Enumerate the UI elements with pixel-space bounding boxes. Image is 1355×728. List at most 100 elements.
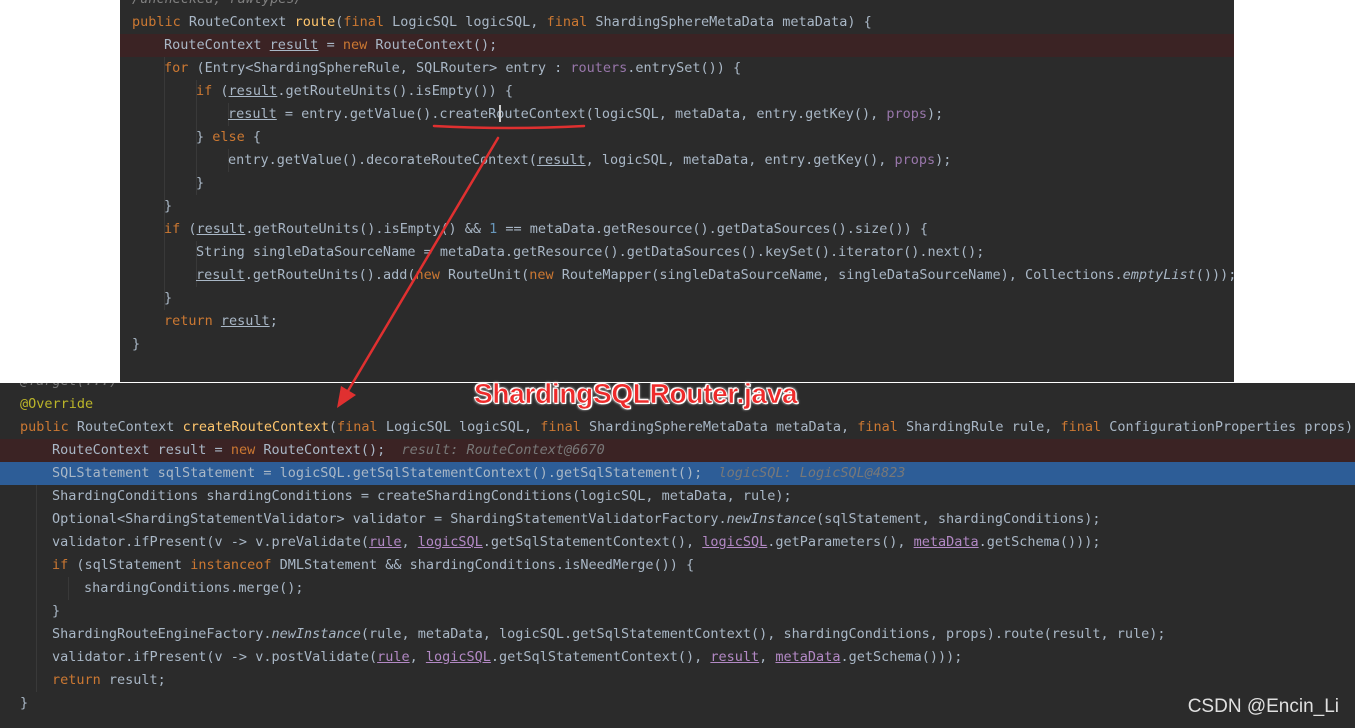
code-line[interactable]: public RouteContext createRouteContext(f… (0, 416, 1355, 439)
code-token: ())); (1195, 267, 1234, 283)
code-token: result; (108, 672, 166, 688)
code-line[interactable]: result.getRouteUnits().add(new RouteUnit… (120, 264, 1234, 287)
code-token: RouteContext result = (52, 442, 231, 458)
code-line-text: return result; (164, 310, 278, 333)
code-token: if (164, 221, 189, 237)
code-line[interactable]: return result; (0, 669, 1355, 692)
code-token: , (401, 534, 418, 550)
code-token: final (546, 14, 596, 30)
code-line[interactable]: } (120, 333, 1234, 356)
code-token: == metaData.getResource().getDataSources… (497, 221, 929, 237)
code-token: new (415, 267, 448, 283)
code-token: Optional<ShardingStatementValidator> val… (52, 511, 727, 527)
code-line[interactable]: result = entry.getValue().createRouteCon… (120, 103, 1234, 126)
code-token: .getParameters(), (767, 534, 914, 550)
code-token: ShardingRule rule, (906, 419, 1061, 435)
code-line[interactable]: for (Entry<ShardingSphereRule, SQLRouter… (120, 57, 1234, 80)
code-line[interactable]: } else { (120, 126, 1234, 149)
code-token: LogicSQL logicSQL, (392, 14, 547, 30)
code-token: final (337, 419, 386, 435)
code-token: metaData (913, 534, 979, 550)
code-line-text: String singleDataSourceName = metaData.g… (196, 241, 984, 264)
code-token: if (52, 557, 77, 573)
code-token: props (894, 152, 936, 168)
code-token: logicSQL: LogicSQL@4823 (718, 465, 906, 481)
code-line[interactable]: public RouteContext route(final LogicSQL… (120, 11, 1234, 34)
code-line[interactable]: RouteContext result = new RouteContext()… (0, 439, 1355, 462)
code-token: props (886, 106, 928, 122)
code-token: @Override (20, 396, 94, 412)
code-token: entry.getValue().decorateRouteContext( (228, 152, 537, 168)
code-token: result (196, 221, 246, 237)
code-line-text: SQLStatement sqlStatement = logicSQL.get… (52, 462, 905, 485)
code-line[interactable]: RouteContext result = new RouteContext()… (120, 34, 1234, 57)
code-token: RouteUnit( (447, 267, 530, 283)
code-token: , (409, 649, 426, 665)
code-line[interactable]: ShardingConditions shardingConditions = … (0, 485, 1355, 508)
code-token: for (164, 60, 197, 76)
code-line[interactable]: } (0, 692, 1355, 715)
code-line[interactable]: } (120, 195, 1234, 218)
code-token: , (759, 649, 776, 665)
code-token: routers (570, 60, 628, 76)
code-token: newInstance (271, 626, 361, 642)
code-line[interactable]: Optional<ShardingStatementValidator> val… (0, 508, 1355, 531)
code-token: RouteContext(); (375, 37, 498, 53)
top-code-editor[interactable]: /unchecked, rawtypes/public RouteContext… (120, 0, 1234, 382)
code-line-text: shardingConditions.merge(); (84, 577, 303, 600)
code-line-text: return result; (52, 669, 166, 692)
code-token: return (52, 672, 109, 688)
code-token: validator.ifPresent(v -> v.postValidate( (52, 649, 378, 665)
code-token: } (196, 175, 205, 191)
code-line[interactable]: entry.getValue().decorateRouteContext(re… (120, 149, 1234, 172)
code-token: ConfigurationProperties props) { (1109, 419, 1355, 435)
code-token: ShardingSphereMetaData metaData, (589, 419, 858, 435)
code-token: emptyList (1122, 267, 1196, 283)
code-token: RouteContext (76, 419, 183, 435)
code-line-text: } (164, 195, 172, 218)
code-token: RouteContext (164, 37, 270, 53)
file-title: ShardingSQLRouter.java (474, 378, 798, 410)
code-token: ( (188, 221, 197, 237)
code-line-text: } (20, 692, 28, 715)
bottom-code-editor[interactable]: @Target(...) @Override public RouteContext… (0, 383, 1355, 728)
code-line-text: RouteContext result = new RouteContext()… (164, 34, 497, 57)
code-token: new (342, 37, 376, 53)
code-line[interactable]: if (sqlStatement instanceof DMLStatement… (0, 554, 1355, 577)
code-line[interactable]: } (0, 600, 1355, 623)
code-token: logicSQL (417, 534, 483, 550)
code-token: rule (368, 534, 402, 550)
code-token: @Target(...) (20, 383, 118, 389)
code-line[interactable]: /unchecked, rawtypes/ (120, 0, 1234, 11)
code-line[interactable]: shardingConditions.merge(); (0, 577, 1355, 600)
code-line[interactable]: if (result.getRouteUnits().isEmpty()) { (120, 80, 1234, 103)
code-token: (sqlStatement (76, 557, 191, 573)
code-token: result (196, 267, 245, 283)
code-line-text: } (52, 600, 60, 623)
code-line[interactable]: String singleDataSourceName = metaData.g… (120, 241, 1234, 264)
code-line[interactable]: validator.ifPresent(v -> v.postValidate(… (0, 646, 1355, 669)
code-line[interactable]: } (120, 172, 1234, 195)
code-line-text: validator.ifPresent(v -> v.postValidate(… (52, 646, 962, 669)
code-token: LogicSQL logicSQL, (385, 419, 541, 435)
code-token: shardingConditions.merge(); (84, 580, 304, 596)
code-line-text: } (164, 287, 172, 310)
code-token: public (132, 14, 189, 30)
code-line-text: @Target(...) (20, 383, 118, 393)
code-token: = (318, 37, 343, 53)
code-line-text: } (132, 333, 140, 356)
code-line[interactable]: return result; (120, 310, 1234, 333)
code-line[interactable]: SQLStatement sqlStatement = logicSQL.get… (0, 462, 1355, 485)
code-line[interactable]: validator.ifPresent(v -> v.preValidate(r… (0, 531, 1355, 554)
code-token: (Entry<ShardingSphereRule, SQLRouter> en… (196, 60, 571, 76)
code-line[interactable]: if (result.getRouteUnits().isEmpty() && … (120, 218, 1234, 241)
code-token: ; (269, 313, 278, 329)
code-line-text: } else { (196, 126, 261, 149)
code-line[interactable]: ShardingRouteEngineFactory.newInstance(r… (0, 623, 1355, 646)
code-token: } (164, 198, 173, 214)
code-token: (sqlStatement, shardingConditions); (816, 511, 1101, 527)
code-token: route (294, 14, 336, 30)
code-token: else (212, 129, 253, 145)
code-line-text: if (sqlStatement instanceof DMLStatement… (52, 554, 694, 577)
code-line[interactable]: } (120, 287, 1234, 310)
